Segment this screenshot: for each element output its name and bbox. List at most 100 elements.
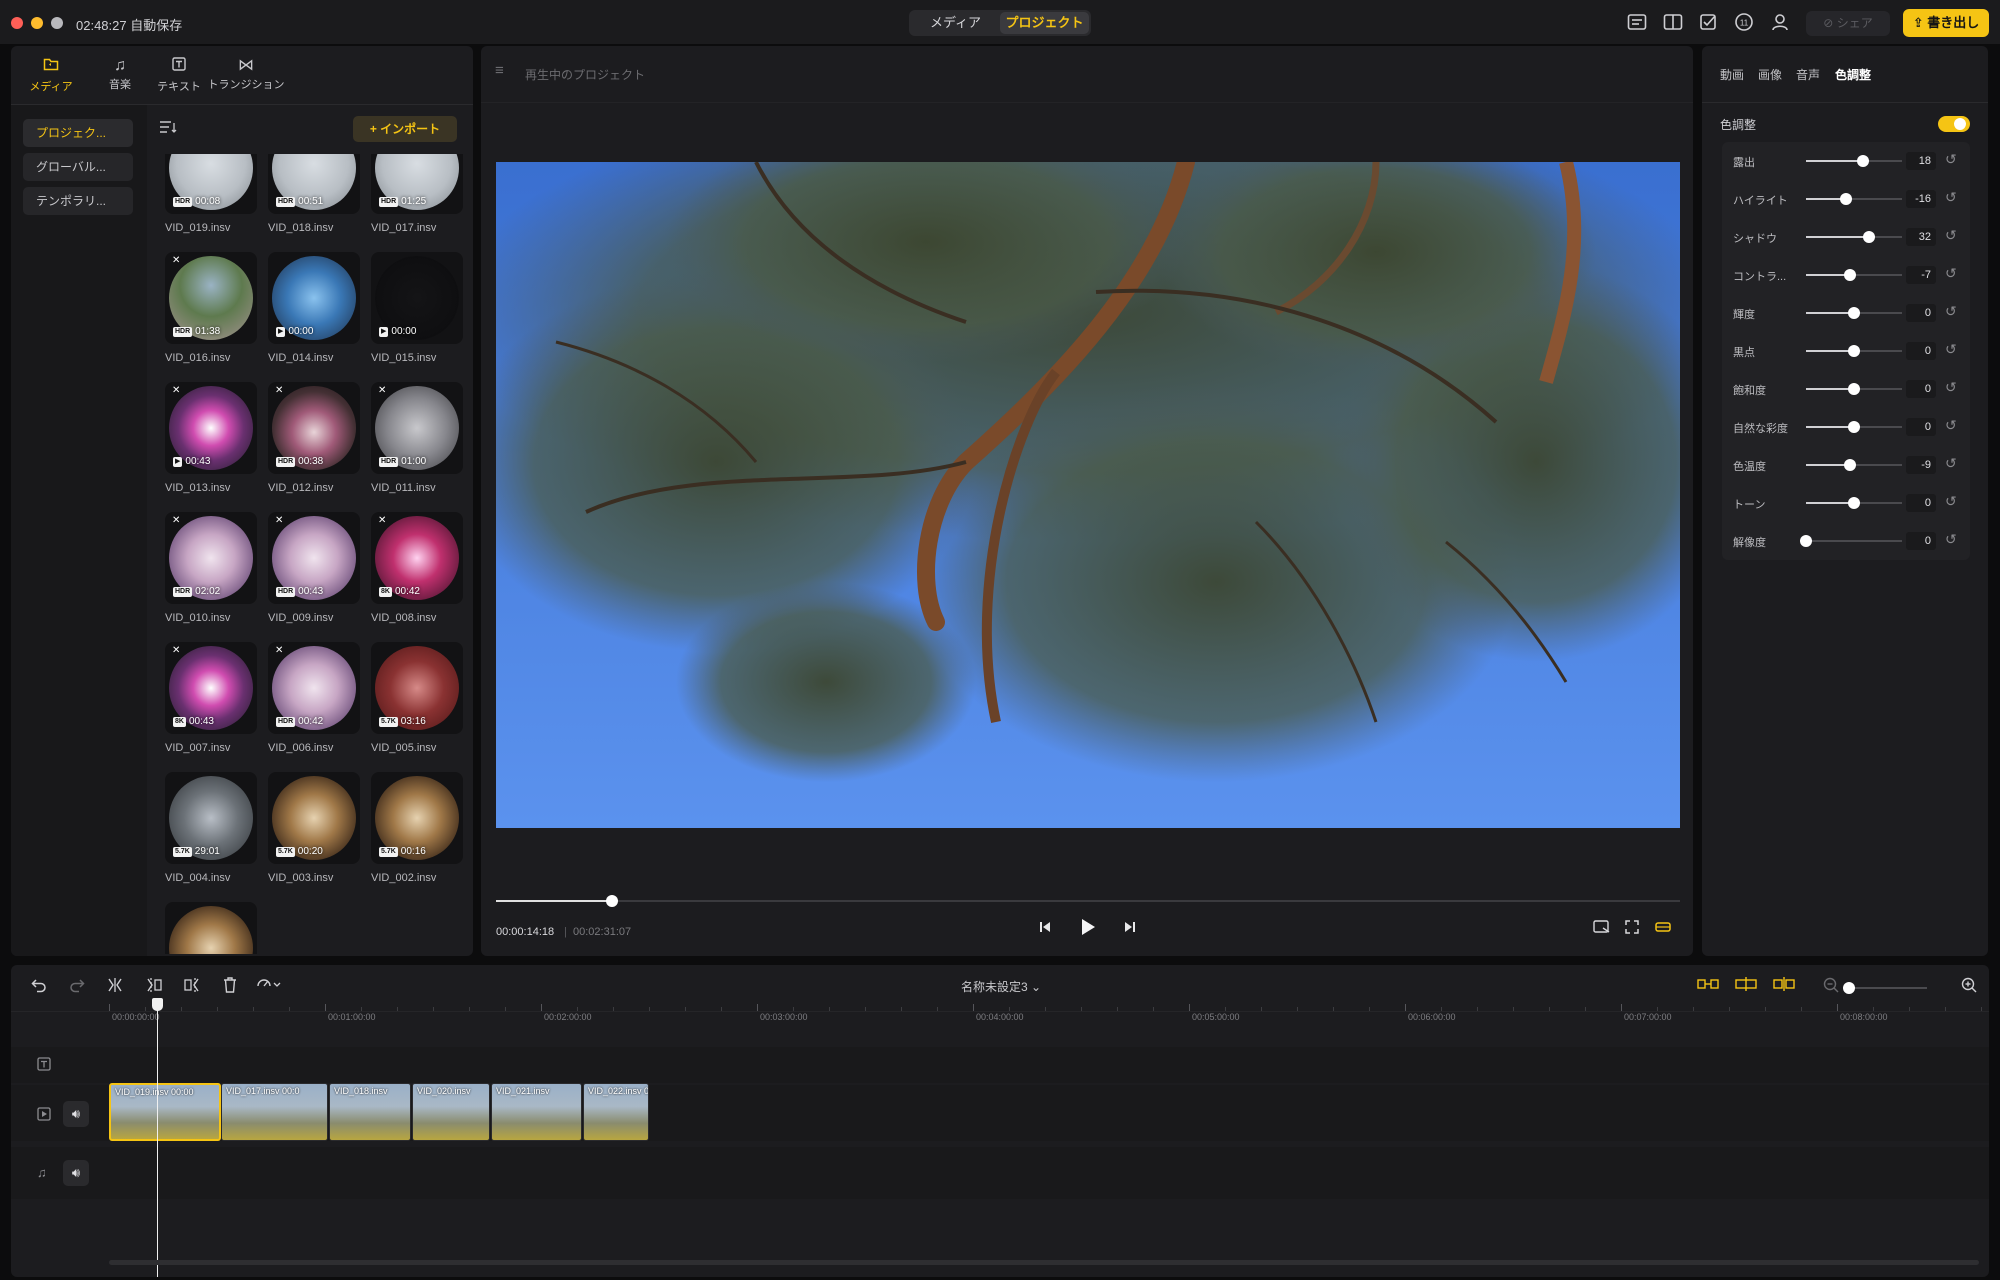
reset-icon[interactable]: ↺ <box>1945 493 1957 510</box>
media-thumbnail[interactable]: ✕ HDR 00:43 <box>268 512 360 604</box>
minimize-window-button[interactable] <box>31 17 43 29</box>
adjustment-value[interactable]: 0 <box>1906 304 1936 322</box>
sidebar-item-project[interactable]: プロジェク... <box>23 119 133 147</box>
skip-forward-icon[interactable] <box>1123 920 1137 938</box>
slider-handle[interactable] <box>1848 383 1860 395</box>
timeline-clip[interactable]: VID_020.insv <box>412 1083 490 1141</box>
menu-icon[interactable]: ≡ <box>495 62 504 79</box>
media-thumbnail[interactable]: ✕ HDR 01:38 <box>165 252 257 344</box>
timeline-clip[interactable]: VID_017.insv 00:0 <box>221 1083 328 1141</box>
video-track-mute-button[interactable]: 🔊︎ <box>63 1101 89 1127</box>
media-thumbnail[interactable]: HDR 00:51 <box>268 154 360 214</box>
media-thumbnail[interactable]: ✕ HDR 01:00 <box>371 382 463 474</box>
tab-color[interactable]: 色調整 <box>1835 66 1871 83</box>
slider-handle[interactable] <box>1840 193 1852 205</box>
layout-split-icon[interactable] <box>1663 13 1683 34</box>
fullscreen-icon[interactable] <box>1625 920 1639 938</box>
slider-handle[interactable] <box>1848 345 1860 357</box>
adjustment-slider[interactable] <box>1806 540 1902 542</box>
adjustment-value[interactable]: 18 <box>1906 152 1936 170</box>
media-thumbnail[interactable]: ✕ 8K 00:42 <box>371 512 463 604</box>
slider-handle[interactable] <box>1844 459 1856 471</box>
adjustment-value[interactable]: 32 <box>1906 228 1936 246</box>
slider-handle[interactable] <box>1848 497 1860 509</box>
adjustment-value[interactable]: 0 <box>1906 342 1936 360</box>
vr-view-icon[interactable] <box>1655 920 1671 938</box>
adjustment-value[interactable]: -7 <box>1906 266 1936 284</box>
media-thumbnail[interactable]: ▶ 00:00 <box>268 252 360 344</box>
task-list-icon[interactable] <box>1699 13 1719 34</box>
tab-transition[interactable]: ⋈ トランジション <box>206 56 286 92</box>
tab-image[interactable]: 画像 <box>1758 66 1782 83</box>
slider-handle[interactable] <box>1844 269 1856 281</box>
play-icon[interactable] <box>1080 918 1096 940</box>
time-ruler[interactable]: 00:00:00:00 00:01:00:00 00:02:00:00 00:03:0… <box>11 965 1989 1035</box>
skip-back-icon[interactable] <box>1038 920 1052 938</box>
media-thumbnail[interactable]: HDR 01:25 <box>371 154 463 214</box>
mode-project-tab[interactable]: プロジェクト <box>1000 12 1089 34</box>
reset-icon[interactable]: ↺ <box>1945 227 1957 244</box>
adjustment-value[interactable]: -9 <box>1906 456 1936 474</box>
sidebar-item-temporary[interactable]: テンポラリ... <box>23 187 133 215</box>
timeline-clip[interactable]: VID_018.insv <box>329 1083 411 1141</box>
account-icon[interactable] <box>1771 12 1789 35</box>
fps-icon[interactable]: 11 <box>1734 12 1754 35</box>
slider-handle[interactable] <box>1848 421 1860 433</box>
reset-icon[interactable]: ↺ <box>1945 341 1957 358</box>
video-frame[interactable] <box>496 162 1680 828</box>
reset-icon[interactable]: ↺ <box>1945 531 1957 548</box>
reset-icon[interactable]: ↺ <box>1945 455 1957 472</box>
media-thumbnail[interactable]: ✕ ▶ 00:43 <box>165 382 257 474</box>
media-thumbnail[interactable]: 5.7K 00:20 <box>268 772 360 864</box>
adjustment-value[interactable]: 0 <box>1906 418 1936 436</box>
zoom-window-button[interactable] <box>51 17 63 29</box>
tab-media[interactable]: メディア <box>29 56 73 94</box>
import-button[interactable]: + インポート <box>353 116 457 142</box>
timeline-clip[interactable]: VID_022.insv 00 <box>583 1083 649 1141</box>
tab-video[interactable]: 動画 <box>1720 66 1744 83</box>
share-button[interactable]: ⊘ シェア <box>1806 11 1890 36</box>
mode-media-tab[interactable]: メディア <box>911 12 1000 34</box>
media-thumbnail[interactable]: ▶ 00:00 <box>371 252 463 344</box>
adjustment-value[interactable]: -16 <box>1906 190 1936 208</box>
export-button[interactable]: ⇪ 書き出し <box>1903 9 1989 37</box>
screenshot-icon[interactable] <box>1593 920 1611 938</box>
media-thumbnail[interactable]: HDR 00:08 <box>165 154 257 214</box>
sort-icon[interactable] <box>159 120 177 139</box>
playhead-handle[interactable] <box>152 998 163 1011</box>
media-thumbnail[interactable]: ✕ HDR 00:38 <box>268 382 360 474</box>
slider-handle[interactable] <box>1848 307 1860 319</box>
slider-handle[interactable] <box>1863 231 1875 243</box>
tab-audio[interactable]: 音声 <box>1796 66 1820 83</box>
media-thumbnail[interactable]: 5.7K 29:01 <box>165 772 257 864</box>
reset-icon[interactable]: ↺ <box>1945 265 1957 282</box>
reset-icon[interactable]: ↺ <box>1945 151 1957 168</box>
slider-handle[interactable] <box>1857 155 1869 167</box>
playback-scrubber[interactable] <box>496 900 1680 902</box>
sidebar-item-global[interactable]: グローバル... <box>23 153 133 181</box>
reset-icon[interactable]: ↺ <box>1945 189 1957 206</box>
media-thumbnail[interactable]: 5.7K 03:16 <box>371 642 463 734</box>
adjustment-value[interactable]: 0 <box>1906 380 1936 398</box>
adjustment-value[interactable]: 0 <box>1906 532 1936 550</box>
reset-icon[interactable]: ↺ <box>1945 417 1957 434</box>
subtitle-icon[interactable] <box>1627 13 1647 34</box>
timeline-clip[interactable]: VID_021.insv <box>491 1083 582 1141</box>
playhead[interactable] <box>157 1002 158 1277</box>
reset-icon[interactable]: ↺ <box>1945 303 1957 320</box>
tab-music[interactable]: ♫ 音楽 <box>105 56 135 92</box>
adjustment-value[interactable]: 0 <box>1906 494 1936 512</box>
media-thumbnail[interactable]: ✕ 8K 00:43 <box>165 642 257 734</box>
tab-text[interactable]: テキスト <box>156 56 202 94</box>
scrubber-handle[interactable] <box>606 895 618 907</box>
media-thumbnail[interactable] <box>165 902 257 954</box>
slider-handle[interactable] <box>1800 535 1812 547</box>
close-window-button[interactable] <box>11 17 23 29</box>
media-thumbnail[interactable]: ✕ HDR 02:02 <box>165 512 257 604</box>
media-thumbnail[interactable]: ✕ HDR 00:42 <box>268 642 360 734</box>
timeline-clip[interactable]: VID_019.insv 00:00 <box>109 1083 221 1141</box>
audio-track-mute-button[interactable]: 🔊︎ <box>63 1160 89 1186</box>
timeline-scrollbar[interactable] <box>109 1260 1979 1265</box>
media-thumbnail[interactable]: 5.7K 00:16 <box>371 772 463 864</box>
reset-icon[interactable]: ↺ <box>1945 379 1957 396</box>
